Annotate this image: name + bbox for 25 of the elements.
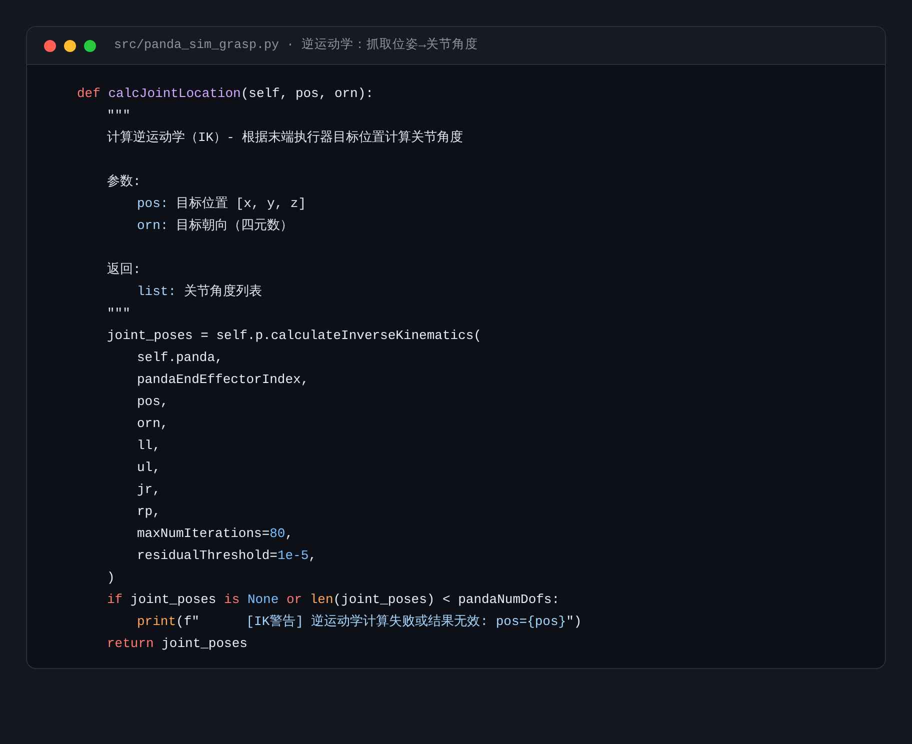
code-line: maxNumIterations=80,	[137, 525, 294, 543]
code-line: def calcJointLocation(self, pos, orn):	[77, 85, 374, 103]
code-line: 参数:	[107, 173, 141, 191]
code-line: pos,	[137, 393, 168, 411]
code-line: 计算逆运动学（IK）- 根据末端执行器目标位置计算关节角度	[107, 129, 464, 147]
window-title: src/panda_sim_grasp.py · 逆运动学：抓取位姿→关节角度	[114, 36, 478, 54]
code-line: joint_poses = self.p.calculateInverseKinematics(	[107, 327, 482, 345]
code-line: jr,	[137, 481, 160, 499]
code-line: list: 关节角度列表	[137, 283, 262, 301]
code-line: return joint_poses	[107, 635, 248, 653]
code-line: 返回:	[107, 261, 141, 279]
code-line: """	[107, 107, 130, 125]
code-line: ul,	[137, 459, 160, 477]
code-line: pos: 目标位置 [x, y, z]	[137, 195, 306, 213]
code-line: if joint_poses is None or len(joint_poses) < pandaNumDofs:	[107, 591, 560, 609]
code-line: orn: 目标朝向（四元数）	[137, 217, 294, 235]
code-line: )	[107, 569, 115, 587]
code-line: rp,	[137, 503, 160, 521]
code-line: """	[107, 305, 130, 323]
code-line: pandaEndEffectorIndex,	[137, 371, 309, 389]
code-line: ll,	[137, 437, 160, 455]
code-line: self.panda,	[137, 349, 223, 367]
code-line: residualThreshold=1e-5,	[137, 547, 316, 565]
code-line: orn,	[137, 415, 168, 433]
code-line: print(f" [IK警告] 逆运动学计算失败或结果无效: pos={pos}")	[137, 613, 582, 631]
